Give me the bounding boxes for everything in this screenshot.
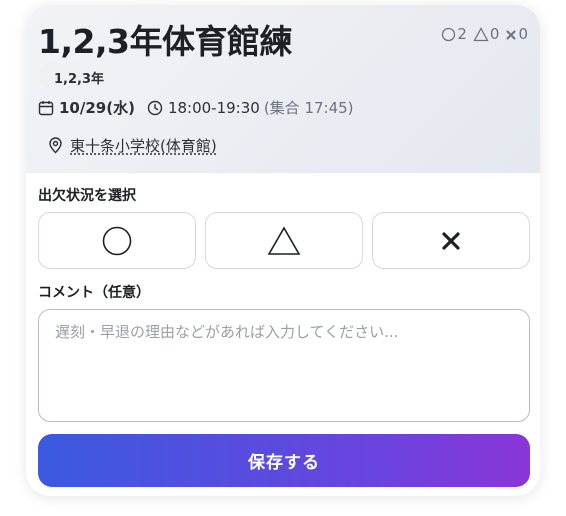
maybe-count: 0 <box>473 25 499 43</box>
triangle-icon <box>473 26 489 41</box>
present-count: 2 <box>441 25 467 43</box>
comment-label: コメント（任意） <box>38 285 150 301</box>
schedule-row: 10/29(水) 18:00-19:30 (集合 17:45) <box>38 97 354 118</box>
assembly-time: (集合 17:45) <box>263 99 354 117</box>
grade-badge: 1,2,3年 <box>39 63 120 91</box>
absent-option-button[interactable] <box>372 212 530 269</box>
cross-icon <box>442 231 460 250</box>
circle-icon <box>102 226 132 255</box>
attendance-card: 1,2,3年体育館練 2 0 0 1,2,3年 10/29(水) 18:00-1… <box>26 5 540 496</box>
clock-icon <box>147 100 163 116</box>
event-header: 1,2,3年体育館練 2 0 0 1,2,3年 10/29(水) 18:00-1… <box>26 5 540 173</box>
circle-icon <box>442 27 456 41</box>
event-time: 18:00-19:30 <box>167 98 260 117</box>
attendance-label: 出欠状況を選択 <box>38 188 136 204</box>
comment-textarea[interactable] <box>38 309 530 422</box>
cross-icon <box>506 30 516 39</box>
absent-count: 0 <box>505 25 528 43</box>
triangle-icon <box>267 225 301 255</box>
maybe-option-button[interactable] <box>205 212 363 269</box>
map-pin-icon <box>48 137 63 154</box>
event-date: 10/29(水) <box>59 99 135 117</box>
event-location: 東十条小学校(体育館) <box>48 135 217 156</box>
present-option-button[interactable] <box>38 212 196 269</box>
event-title: 1,2,3年体育館練 <box>38 22 292 61</box>
save-button[interactable]: 保存する <box>38 434 530 487</box>
calendar-icon <box>38 100 54 116</box>
location-link[interactable]: 東十条小学校(体育館) <box>70 135 217 156</box>
attendance-options <box>38 212 530 269</box>
attendance-counts: 2 0 0 <box>441 25 528 43</box>
